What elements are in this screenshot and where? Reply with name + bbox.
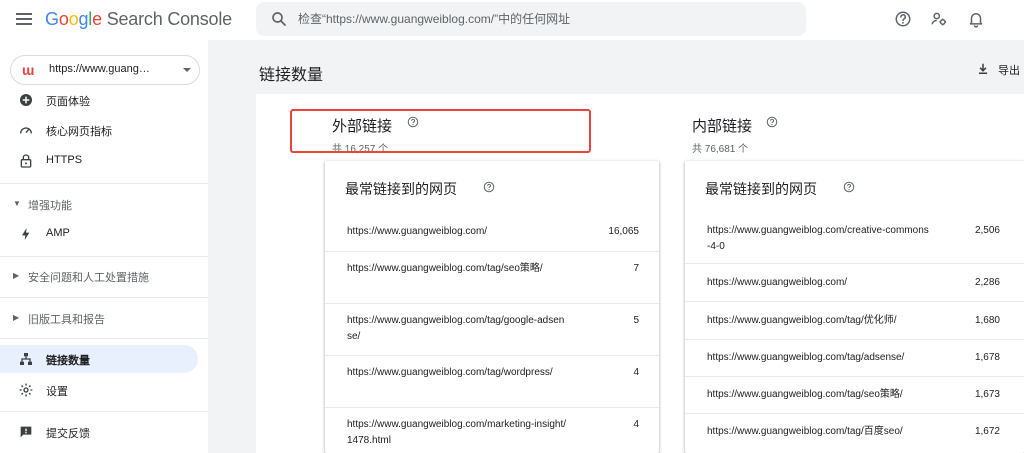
lightning-icon bbox=[22, 228, 30, 240]
external-links-highlight-box bbox=[290, 109, 591, 153]
sidebar-divider bbox=[0, 183, 208, 184]
gear-icon bbox=[19, 383, 33, 397]
table-row[interactable]: https://www.guangweiblog.com/tag/百度seo/ … bbox=[685, 413, 1024, 453]
sidebar-item-amp[interactable]: AMP bbox=[0, 220, 198, 248]
row-count: 1,678 bbox=[974, 352, 1000, 363]
row-url[interactable]: https://www.guangweiblog.com/ bbox=[347, 224, 567, 240]
sidebar-item-label: 提交反馈 bbox=[46, 428, 90, 440]
sidebar-group-label: 旧版工具和报告 bbox=[28, 314, 105, 326]
sidebar-item-label: 页面体验 bbox=[46, 96, 90, 108]
property-url: https://www.guang… bbox=[49, 63, 150, 75]
sidebar-item-page-experience[interactable]: 页面体验 bbox=[0, 86, 198, 114]
table-row[interactable]: https://www.guangweiblog.com/marketing-i… bbox=[325, 407, 659, 453]
caret-right-icon: ▶ bbox=[13, 271, 20, 280]
manage-users-icon[interactable] bbox=[930, 10, 948, 28]
sidebar-item-label: 链接数量 bbox=[46, 355, 90, 367]
property-selector[interactable]: ɯ https://www.guang… bbox=[10, 55, 200, 85]
card-title: 最常链接到的网页 bbox=[705, 181, 817, 197]
row-count: 1,673 bbox=[974, 389, 1000, 400]
row-url[interactable]: https://www.guangweiblog.com/tag/seo策略/ bbox=[347, 261, 569, 277]
sidebar-divider bbox=[0, 256, 208, 257]
sitemap-icon bbox=[20, 353, 32, 365]
plus-circle-icon bbox=[20, 94, 32, 106]
sidebar-divider bbox=[0, 338, 208, 339]
row-count: 5 bbox=[633, 315, 639, 326]
internal-links-total: 共 76,681 个 bbox=[692, 144, 749, 155]
search-console-logo[interactable]: Google Search Console bbox=[45, 9, 232, 30]
row-count: 4 bbox=[633, 367, 639, 378]
sidebar-divider bbox=[0, 297, 208, 298]
search-input[interactable] bbox=[298, 8, 788, 30]
page-title: 链接数量 bbox=[259, 67, 324, 84]
logo-google-text: Google bbox=[45, 9, 102, 29]
feedback-icon bbox=[20, 426, 32, 438]
table-row[interactable]: https://www.guangweiblog.com/tag/seo策略/ … bbox=[325, 251, 659, 303]
row-url[interactable]: https://www.guangweiblog.com/tag/百度seo/ bbox=[707, 424, 932, 440]
table-row[interactable]: https://www.guangweiblog.com/tag/优化师/ 1,… bbox=[685, 301, 1024, 339]
chevron-down-icon bbox=[183, 68, 191, 72]
table-row[interactable]: https://www.guangweiblog.com/ 16,065 bbox=[325, 211, 659, 251]
sidebar-group-legacy[interactable]: ▶ 旧版工具和报告 bbox=[0, 308, 208, 328]
sidebar: ɯ https://www.guang… 页面体验 核心网页指标 HTTPS ▼… bbox=[0, 40, 208, 453]
sidebar-item-feedback[interactable]: 提交反馈 bbox=[0, 418, 198, 446]
table-row[interactable]: https://www.guangweiblog.com/tag/wordpre… bbox=[325, 355, 659, 407]
sidebar-item-https[interactable]: HTTPS bbox=[0, 147, 198, 175]
sidebar-item-label: HTTPS bbox=[46, 154, 83, 166]
row-count: 2,506 bbox=[974, 225, 1000, 236]
download-icon bbox=[978, 63, 988, 75]
row-count: 16,065 bbox=[608, 226, 639, 237]
top-app-bar: Google Search Console bbox=[0, 0, 1024, 40]
gauge-icon bbox=[20, 127, 32, 134]
row-url[interactable]: https://www.guangweiblog.com/tag/seo策略/ bbox=[707, 387, 932, 403]
external-top-pages-card: 最常链接到的网页 https://www.guangweiblog.com/ 1… bbox=[325, 161, 659, 453]
table-row[interactable]: https://www.guangweiblog.com/ 2,286 bbox=[685, 263, 1024, 301]
row-url[interactable]: https://www.guangweiblog.com/tag/优化师/ bbox=[707, 313, 932, 329]
row-url[interactable]: https://www.guangweiblog.com/ bbox=[707, 275, 932, 291]
table-row[interactable]: https://www.guangweiblog.com/tag/adsense… bbox=[685, 339, 1024, 376]
property-favicon-icon: ɯ bbox=[22, 62, 35, 78]
help-icon[interactable] bbox=[894, 10, 912, 28]
row-count: 1,680 bbox=[974, 315, 1000, 326]
row-count: 2,286 bbox=[974, 277, 1000, 288]
notifications-icon[interactable] bbox=[967, 10, 985, 28]
logo-product-text: Search Console bbox=[106, 9, 232, 29]
sidebar-divider bbox=[0, 411, 208, 412]
sidebar-item-label: 设置 bbox=[46, 386, 68, 398]
row-url[interactable]: https://www.guangweiblog.com/tag/wordpre… bbox=[347, 365, 569, 381]
row-count: 1,672 bbox=[974, 426, 1000, 437]
help-circle-icon[interactable] bbox=[766, 116, 778, 128]
sidebar-item-core-web-vitals[interactable]: 核心网页指标 bbox=[0, 116, 198, 144]
caret-down-icon: ▼ bbox=[13, 199, 21, 208]
internal-top-pages-card: 最常链接到的网页 https://www.guangweiblog.com/cr… bbox=[685, 161, 1024, 453]
help-circle-icon[interactable] bbox=[483, 181, 495, 193]
sidebar-item-label: 核心网页指标 bbox=[46, 126, 112, 138]
sidebar-item-label: AMP bbox=[46, 227, 70, 239]
sidebar-item-settings[interactable]: 设置 bbox=[0, 376, 198, 404]
row-url[interactable]: https://www.guangweiblog.com/creative-co… bbox=[707, 223, 932, 255]
sidebar-group-label: 增强功能 bbox=[28, 200, 72, 212]
help-circle-icon[interactable] bbox=[843, 181, 855, 193]
sidebar-group-security[interactable]: ▶ 安全问题和人工处置措施 bbox=[0, 266, 208, 286]
internal-links-title: 内部链接 bbox=[692, 118, 753, 135]
url-inspection-search[interactable] bbox=[256, 2, 806, 36]
sidebar-group-label: 安全问题和人工处置措施 bbox=[28, 272, 149, 284]
sidebar-item-links[interactable]: 链接数量 bbox=[0, 345, 198, 373]
table-row[interactable]: https://www.guangweiblog.com/creative-co… bbox=[685, 211, 1024, 263]
table-row[interactable]: https://www.guangweiblog.com/tag/seo策略/ … bbox=[685, 376, 1024, 413]
menu-icon[interactable] bbox=[16, 13, 32, 25]
search-icon bbox=[272, 12, 286, 26]
row-count: 7 bbox=[633, 263, 639, 274]
caret-right-icon: ▶ bbox=[13, 313, 20, 322]
row-count: 4 bbox=[633, 419, 639, 430]
lock-icon bbox=[20, 154, 32, 168]
row-url[interactable]: https://www.guangweiblog.com/marketing-i… bbox=[347, 417, 569, 449]
table-row[interactable]: https://www.guangweiblog.com/tag/google-… bbox=[325, 303, 659, 355]
sidebar-group-enhancements[interactable]: ▼ 增强功能 bbox=[0, 194, 208, 214]
internal-links-header: 内部链接 共 76,681 个 bbox=[692, 115, 752, 155]
row-url[interactable]: https://www.guangweiblog.com/tag/google-… bbox=[347, 313, 569, 345]
card-title: 最常链接到的网页 bbox=[345, 181, 457, 197]
export-label: 导出 bbox=[998, 65, 1020, 77]
row-url[interactable]: https://www.guangweiblog.com/tag/adsense… bbox=[707, 350, 932, 366]
